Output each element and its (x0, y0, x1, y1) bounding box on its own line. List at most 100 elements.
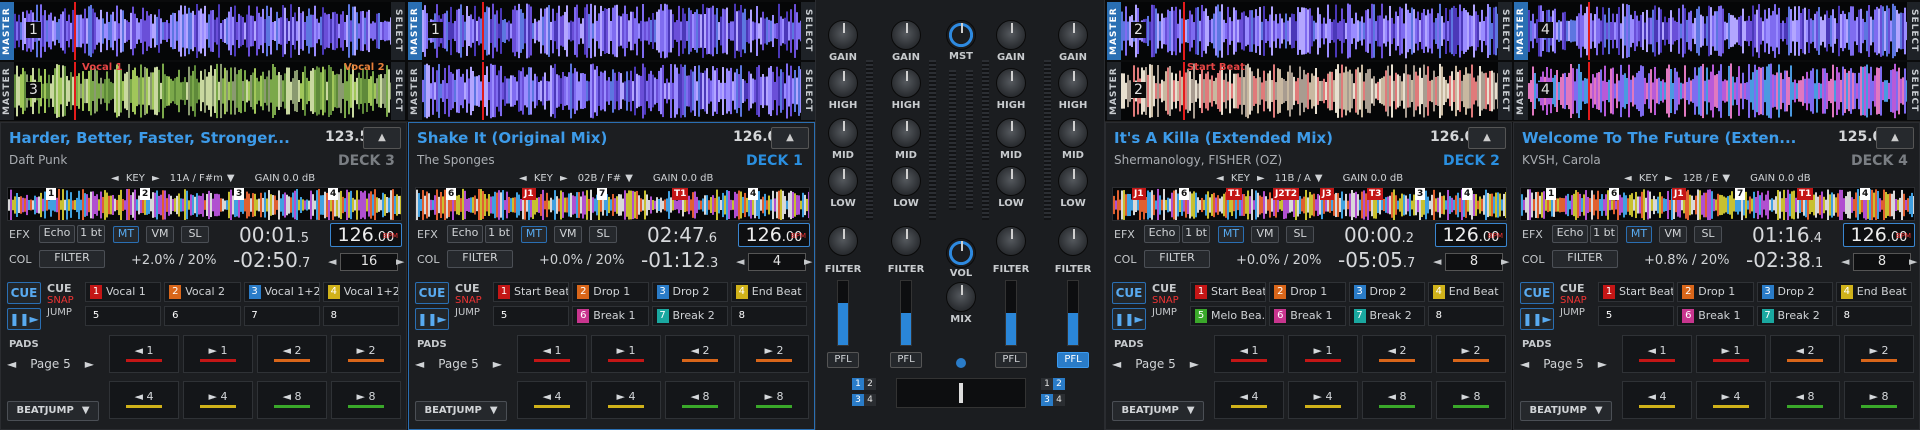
beatjump-pad[interactable]: ◄ 4 (1622, 381, 1692, 419)
bpm-display[interactable]: 126.00 BPM (1435, 223, 1507, 247)
hotcue-6[interactable]: 6 Break 1 (1677, 306, 1754, 326)
cue-button[interactable]: CUE (1112, 282, 1146, 304)
play-pause-button[interactable]: ❚❚► (1112, 308, 1146, 330)
deck-3-mid-knob[interactable] (828, 118, 858, 148)
select-strip[interactable]: SELECT (1907, 62, 1920, 120)
master-strip[interactable]: MASTER (1107, 62, 1121, 120)
beatjump-pad[interactable]: ◄ 2 (1362, 335, 1432, 373)
beat-step-value[interactable]: 8 (1445, 253, 1503, 271)
key-value[interactable]: 02B / F# (578, 173, 621, 184)
crossfader-handle[interactable] (959, 383, 963, 403)
beatjump-pad[interactable]: ◄ 1 (109, 335, 179, 373)
hotcue-2[interactable]: 2 Vocal 2 (164, 282, 241, 302)
hotcue-1[interactable]: 1 Start Beat (1190, 282, 1267, 302)
vinyl-mode-button[interactable]: VM (554, 226, 582, 243)
page-prev-button[interactable]: ◄ (415, 357, 424, 371)
slip-button[interactable]: SL (589, 226, 617, 243)
select-strip[interactable]: SELECT (391, 2, 405, 60)
headphone-mix-knob[interactable] (946, 282, 976, 312)
deck-4-gain-knob[interactable] (1058, 20, 1088, 50)
play-pause-button[interactable]: ❚❚► (415, 308, 449, 330)
beat-step-value[interactable]: 16 (340, 253, 398, 271)
effect-beats-button[interactable]: 1 bt (77, 225, 105, 243)
deck-4-high-knob[interactable] (1058, 68, 1088, 98)
hotcue-4[interactable]: 4 End Beat (1427, 282, 1504, 302)
crossfader[interactable] (896, 378, 1026, 408)
master-tempo-button[interactable]: MT (1218, 226, 1244, 243)
select-strip[interactable]: SELECT (1498, 62, 1512, 120)
beatjump-pad[interactable]: ► 4 (591, 381, 661, 419)
master-strip[interactable]: MASTER (1514, 62, 1528, 120)
hotcue-3[interactable]: 3 Drop 2 (1348, 282, 1425, 302)
beatjump-pad[interactable]: ► 1 (591, 335, 661, 373)
beatjump-dropdown-icon[interactable]: ▼ (1595, 405, 1603, 416)
page-prev-button[interactable]: ◄ (1520, 357, 1529, 371)
key-prev-button[interactable]: ◄ (1624, 173, 1635, 184)
deck-select-3[interactable]: 3 (852, 394, 864, 406)
deck-select-4[interactable]: 4 (864, 394, 876, 406)
deck-2-gain-knob[interactable] (996, 20, 1026, 50)
master-strip[interactable]: MASTER (1514, 2, 1528, 60)
deck-select-1[interactable]: 1 (852, 378, 864, 390)
slip-button[interactable]: SL (1694, 226, 1722, 243)
track-overview[interactable]: 1 2 3 4 (7, 187, 402, 221)
deck-4-volume-fader[interactable] (1067, 280, 1079, 346)
pad-page-selector[interactable]: ◄ Page 5 ► (415, 357, 502, 371)
echo-effect-button[interactable]: Echo (447, 225, 483, 243)
beatjump-pad[interactable]: ◄ 1 (517, 335, 587, 373)
deck-3-pfl-button[interactable]: PFL (827, 352, 859, 368)
beatjump-mode-button[interactable]: BEATJUMP ▼ (1112, 401, 1204, 421)
deck-3-volume-fader[interactable] (837, 280, 849, 346)
cue-button[interactable]: CUE (7, 282, 41, 304)
select-strip[interactable]: SELECT (801, 62, 815, 120)
page-prev-button[interactable]: ◄ (7, 357, 16, 371)
deck-2-volume-fader[interactable] (1005, 280, 1017, 346)
key-next-button[interactable]: ► (1662, 173, 1673, 184)
slip-button[interactable]: SL (181, 226, 209, 243)
beatjump-pad[interactable]: ◄ 4 (517, 381, 587, 419)
cue-button[interactable]: CUE (415, 282, 449, 304)
headphone-volume-knob[interactable] (946, 238, 976, 268)
deck-2-mid-knob[interactable] (996, 118, 1026, 148)
pad-page-selector[interactable]: ◄ Page 5 ► (1112, 357, 1199, 371)
deck-select-4[interactable]: 4 (1053, 394, 1065, 406)
beatjump-pad[interactable]: ◄ 2 (257, 335, 327, 373)
echo-effect-button[interactable]: Echo (1552, 225, 1588, 243)
beatjump-mode-button[interactable]: BEATJUMP ▼ (415, 401, 507, 421)
deck-1-high-knob[interactable] (891, 68, 921, 98)
deck-2-filter-knob[interactable] (996, 226, 1026, 256)
hotcue-7[interactable]: 7 Break 2 (651, 306, 728, 326)
beatjump-dropdown-icon[interactable]: ▼ (82, 405, 90, 416)
master-strip[interactable]: MASTER (408, 62, 422, 120)
step-next-button[interactable]: ► (1501, 255, 1509, 268)
beatjump-mode-button[interactable]: BEATJUMP ▼ (7, 401, 99, 421)
beatjump-pad[interactable]: ► 8 (1844, 381, 1914, 419)
key-next-button[interactable]: ► (1254, 173, 1265, 184)
beatjump-pad[interactable]: ◄ 8 (1362, 381, 1432, 419)
hotcue-7[interactable]: 7 Break 2 (1756, 306, 1833, 326)
deck-4-low-knob[interactable] (1058, 166, 1088, 196)
deck-1-mid-knob[interactable] (891, 118, 921, 148)
deck-1-filter-knob[interactable] (891, 226, 921, 256)
deck-2-low-knob[interactable] (996, 166, 1026, 196)
key-next-button[interactable]: ► (149, 173, 160, 184)
filter-button[interactable]: FILTER (447, 250, 513, 268)
select-strip[interactable]: SELECT (1907, 2, 1920, 60)
hotcue-8[interactable]: 8 (730, 306, 807, 326)
step-prev-button[interactable]: ◄ (736, 255, 744, 268)
beatjump-pad[interactable]: ► 2 (331, 335, 401, 373)
step-prev-button[interactable]: ◄ (328, 255, 336, 268)
hotcue-1[interactable]: 1 Start Beat (493, 282, 570, 302)
bpm-display[interactable]: 126.00 BPM (330, 223, 402, 247)
master-tempo-button[interactable]: MT (1626, 226, 1652, 243)
deck-select-3[interactable]: 3 (1041, 394, 1053, 406)
deck-1-low-knob[interactable] (891, 166, 921, 196)
beatjump-pad[interactable]: ◄ 8 (665, 381, 735, 419)
page-prev-button[interactable]: ◄ (1112, 357, 1121, 371)
master-strip[interactable]: MASTER (0, 62, 14, 120)
cue-button[interactable]: CUE (1520, 282, 1554, 304)
hotcue-2[interactable]: 2 Drop 1 (1677, 282, 1754, 302)
step-next-button[interactable]: ► (804, 255, 812, 268)
key-dropdown-icon[interactable]: ▼ (1722, 173, 1730, 184)
vinyl-mode-button[interactable]: VM (146, 226, 174, 243)
